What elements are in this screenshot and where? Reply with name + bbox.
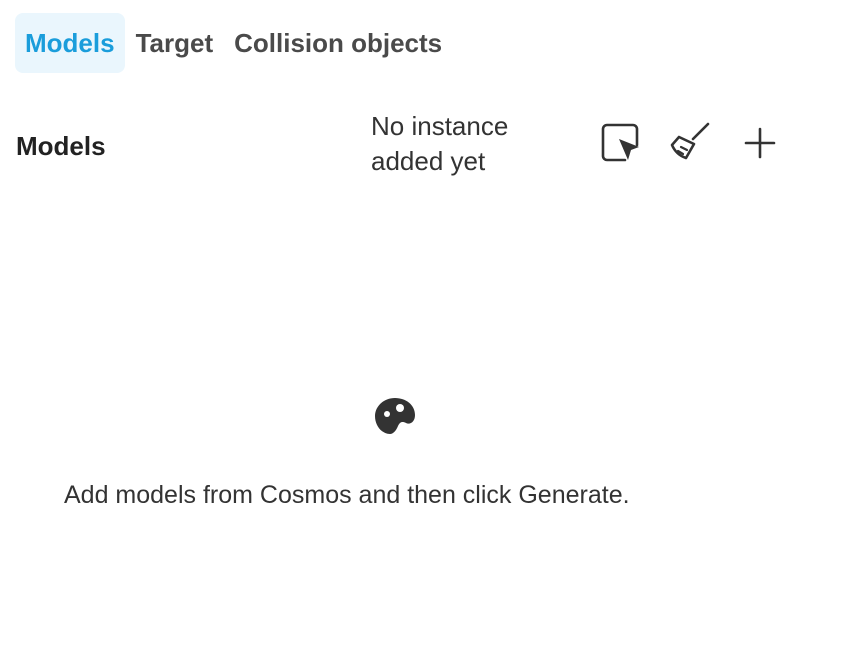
tab-collision-objects[interactable]: Collision objects <box>224 13 452 73</box>
add-model-button[interactable] <box>736 120 784 168</box>
tab-bar: Models Target Collision objects <box>15 13 453 73</box>
status-text: No instance added yet <box>371 109 571 179</box>
tab-target[interactable]: Target <box>126 13 224 73</box>
section-title: Models <box>16 131 106 161</box>
tab-models[interactable]: Models <box>15 13 125 73</box>
clear-button[interactable] <box>666 120 714 168</box>
plus-icon <box>738 120 782 169</box>
select-cursor-icon <box>598 120 642 169</box>
palette-icon <box>373 396 417 436</box>
empty-state-message: Add models from Cosmos and then click Ge… <box>64 481 630 509</box>
select-button[interactable] <box>596 120 644 168</box>
status-line-2: added yet <box>371 146 486 176</box>
broom-icon <box>668 120 712 169</box>
status-line-1: No instance <box>371 111 509 141</box>
